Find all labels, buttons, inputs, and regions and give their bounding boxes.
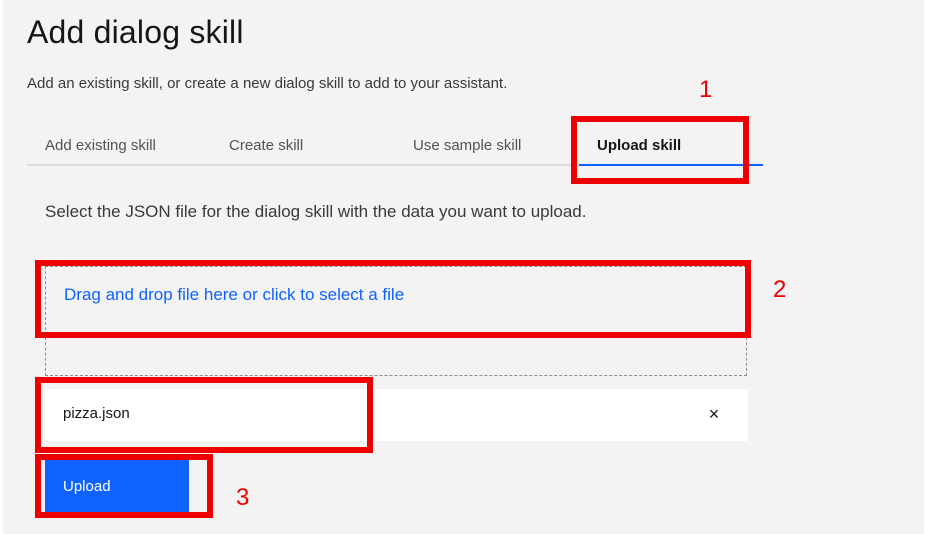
- upload-description: Select the JSON file for the dialog skil…: [45, 202, 587, 221]
- annotation-number-2: 2: [773, 276, 787, 303]
- file-dropzone[interactable]: Drag and drop file here or click to sele…: [45, 266, 747, 376]
- dropzone-link[interactable]: Drag and drop file here or click to sele…: [64, 285, 404, 305]
- dialog-panel: Add dialog skill Add an existing skill, …: [3, 0, 924, 534]
- upload-button[interactable]: Upload: [45, 460, 189, 512]
- annotation-number-1: 1: [699, 76, 713, 103]
- tab-use-sample-skill[interactable]: Use sample skill: [395, 124, 579, 166]
- selected-file-row: pizza.json ×: [45, 389, 748, 441]
- annotation-number-3: 3: [236, 484, 250, 511]
- tab-add-existing-skill[interactable]: Add existing skill: [27, 124, 211, 166]
- close-icon[interactable]: ×: [704, 402, 724, 426]
- tab-create-skill[interactable]: Create skill: [211, 124, 395, 166]
- page-subtitle: Add an existing skill, or create a new d…: [27, 75, 508, 92]
- tab-bar: Add existing skill Create skill Use samp…: [27, 124, 763, 168]
- tab-upload-skill[interactable]: Upload skill: [579, 124, 763, 166]
- file-name: pizza.json: [63, 405, 130, 422]
- page-title: Add dialog skill: [27, 14, 244, 50]
